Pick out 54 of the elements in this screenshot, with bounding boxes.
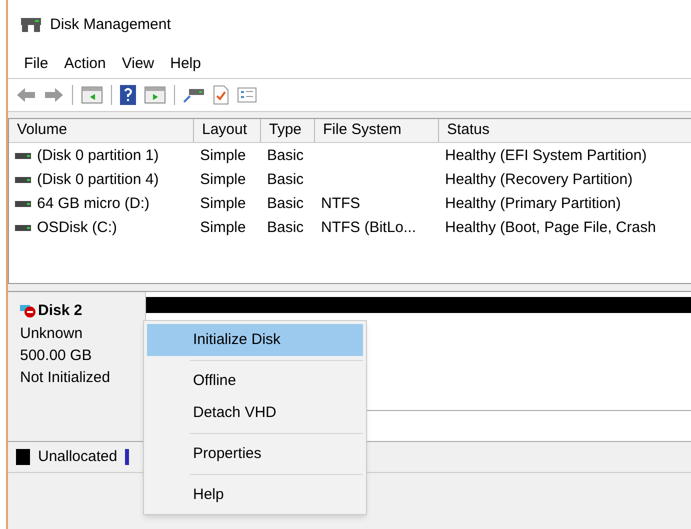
disk-info-text: Unknown — [20, 324, 84, 344]
table-cell-text: Healthy (Recovery Partition) — [445, 170, 633, 190]
menu-item[interactable]: Action — [56, 52, 114, 76]
disk-info-text: 500.00 GB — [20, 346, 93, 366]
pane-splitter[interactable] — [8, 284, 691, 292]
table-cell-text: Basic — [267, 170, 304, 190]
table-cell-text: NTFS (BitLo... — [321, 218, 416, 238]
table-cell-text: OSDisk (C:) — [37, 218, 117, 238]
menu-item[interactable]: View — [114, 52, 162, 76]
drive-search-icon[interactable] — [183, 87, 205, 103]
menu-item[interactable]: File — [16, 52, 56, 76]
disk-error-icon — [20, 304, 36, 318]
drive-icon — [15, 201, 31, 207]
column-header[interactable]: Type — [261, 119, 315, 142]
menu-item[interactable]: Help — [147, 479, 363, 511]
table-cell-text: Simple — [200, 146, 246, 166]
table-cell-text: Healthy (Primary Partition) — [445, 194, 621, 214]
table-cell-text: Basic — [267, 218, 304, 238]
panel-icon[interactable] — [144, 86, 166, 104]
column-header[interactable]: Layout — [194, 119, 261, 142]
table-cell-text: Basic — [267, 194, 304, 214]
table-cell-text: Simple — [200, 218, 246, 238]
table-cell-text: Simple — [200, 170, 246, 190]
window-title: Disk Management — [50, 14, 171, 35]
table-cell-text: Basic — [267, 146, 304, 166]
menu-item[interactable]: Detach VHD — [147, 397, 363, 429]
legend-label: Unallocated — [38, 446, 118, 467]
table-cell-text: Healthy (EFI System Partition) — [445, 146, 647, 166]
legend-swatch — [125, 449, 130, 465]
column-header[interactable]: Volume — [9, 119, 194, 142]
back-arrow-icon[interactable] — [16, 87, 36, 103]
panel-icon[interactable] — [81, 86, 103, 104]
table-cell-text: NTFS — [321, 194, 360, 214]
column-header[interactable]: File System — [315, 119, 439, 142]
menu-item[interactable]: Initialize Disk — [147, 324, 363, 356]
table-cell-text: (Disk 0 partition 1) — [37, 146, 159, 166]
table-cell-text: (Disk 0 partition 4) — [37, 170, 159, 190]
menu-item[interactable]: Offline — [147, 365, 363, 397]
properties-list-icon[interactable] — [237, 87, 257, 103]
checklist-page-icon[interactable] — [213, 85, 229, 105]
menu-item[interactable]: Properties — [147, 438, 363, 470]
column-header[interactable]: Status — [439, 119, 691, 142]
help-icon[interactable] — [120, 85, 136, 105]
table-cell-text: Healthy (Boot, Page File, Crash — [445, 218, 656, 238]
disk-info-text: Not Initialized — [20, 368, 112, 388]
table-cell-text: Simple — [200, 194, 246, 214]
table-cell-text: 64 GB micro (D:) — [37, 194, 150, 214]
drive-icon — [15, 177, 31, 183]
drive-icon — [15, 225, 31, 231]
menu-item[interactable]: Help — [162, 52, 209, 76]
forward-arrow-icon[interactable] — [44, 87, 64, 103]
disk-drive-icon — [20, 17, 42, 33]
drive-icon — [15, 153, 31, 159]
disk-name: Disk 2 — [38, 301, 82, 321]
